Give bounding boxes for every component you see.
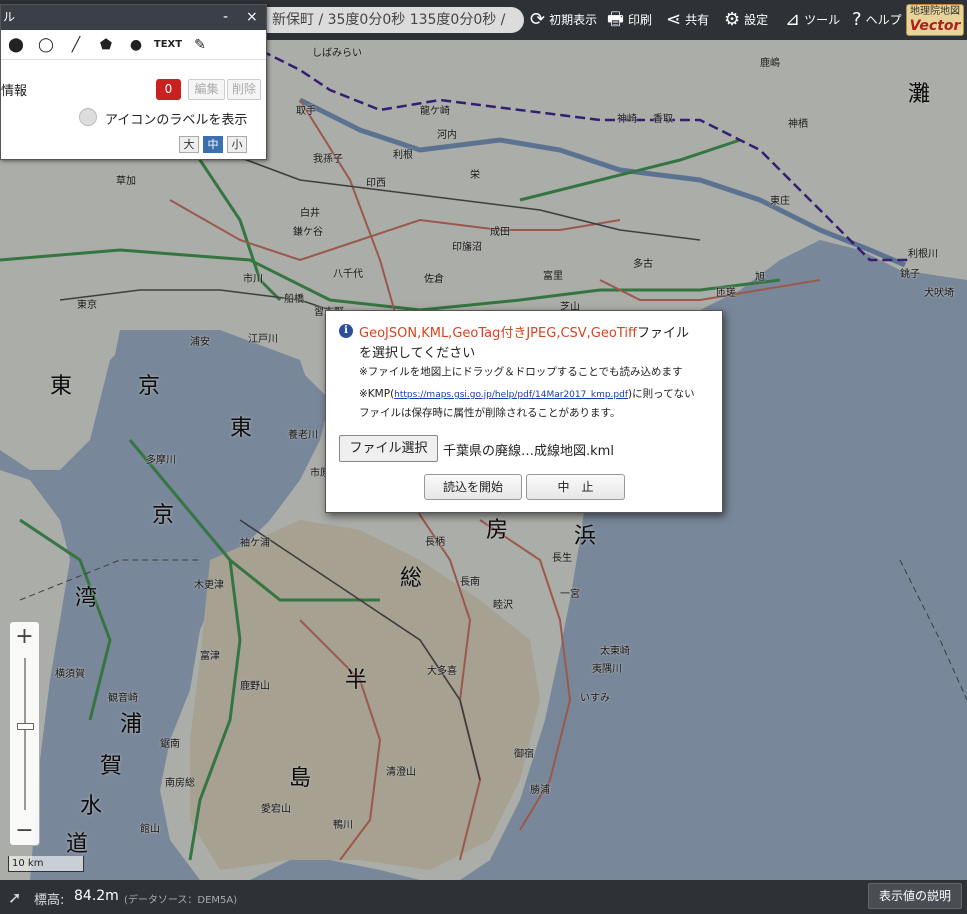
zoom-in-button[interactable]: + [10, 622, 39, 652]
initial-view-label: 初期表示 [549, 13, 598, 27]
explain-values-button[interactable]: 表示値の説明 [868, 883, 962, 909]
choose-file-button[interactable]: ファイル選択 [339, 435, 438, 462]
start-load-button[interactable]: 読込を開始 [424, 474, 522, 500]
location-display[interactable]: 新保町 / 35度0分0秒 135度0分0秒 / [262, 7, 524, 33]
draw-toolbar: ⬤ ◯ ╱ ⬟ ● TEXT ✎ [1, 30, 266, 60]
dialog-line2: を選択してください [359, 346, 476, 361]
dialog-line1-suffix: ファイル [636, 326, 689, 341]
logo-line1: 地理院地図 [910, 6, 960, 17]
zoom-out-button[interactable]: − [10, 816, 39, 846]
status-bar: ➚ 標高: 84.2m (データソース：DEM5A) 表示値の説明 [0, 880, 967, 914]
edit-button[interactable]: 編集 [188, 79, 225, 100]
gear-icon: ⚙ [724, 9, 741, 30]
vector-logo[interactable]: 地理院地図 Vector [906, 4, 964, 36]
note2-suffix: )に則ってない [628, 388, 695, 400]
kmp-link[interactable]: https://maps.gsi.go.jp/help/pdf/14Mar201… [394, 390, 628, 400]
elevation-value: 84.2m [74, 888, 119, 904]
filled-circle-tool-icon[interactable]: ● [121, 37, 151, 53]
size-small-button[interactable]: 小 [227, 136, 247, 153]
line-tool-icon[interactable]: ╱ [61, 37, 91, 53]
initial-view-button[interactable]: ⟳ 初期表示 [530, 0, 597, 40]
print-button[interactable]: 🖶 印刷 [607, 0, 652, 40]
label-toggle-text: アイコンのラベルを表示 [105, 113, 248, 128]
tools-button[interactable]: ⊿ ツール [785, 0, 840, 40]
circle-tool-icon[interactable]: ◯ [31, 37, 61, 53]
sakuzu-panel: ル - × ⬤ ◯ ╱ ⬟ ● TEXT ✎ 情報 0 編集 削除 アイコンのラ… [0, 4, 267, 160]
settings-button[interactable]: ⚙ 設定 [724, 0, 768, 40]
zoom-slider-track[interactable] [24, 658, 26, 810]
share-icon: ⋖ [666, 9, 682, 30]
scale-bar: 10 km [8, 856, 84, 872]
print-label: 印刷 [628, 13, 653, 27]
printer-icon: 🖶 [607, 9, 624, 30]
polygon-tool-icon[interactable]: ⬟ [91, 37, 121, 53]
dialog-line1: GeoJSON,KML,GeoTag付きJPEG,CSV,GeoTiffファイル [359, 322, 689, 341]
text-tool[interactable]: TEXT [151, 39, 185, 50]
note2-prefix: ※KMP( [359, 388, 395, 400]
elevation-source: (データソース：DEM5A) [124, 895, 238, 906]
elevation-label: 標高: [34, 893, 65, 908]
share-button[interactable]: ⋖ 共有 [666, 0, 709, 40]
help-icon: ? [852, 9, 862, 30]
tools-label: ツール [804, 13, 841, 27]
label-toggle[interactable] [79, 108, 97, 126]
count-badge: 0 [156, 79, 181, 100]
dialog-note1: ※ファイルを地図上にドラッグ＆ドロップすることでも読み込めます [359, 366, 683, 378]
logo-line2: Vector [909, 18, 961, 34]
panel-title: ル [3, 10, 16, 24]
info-label: 情報 [1, 84, 28, 99]
size-medium-button[interactable]: 中 [203, 136, 223, 153]
panel-header[interactable]: ル - × [1, 5, 266, 30]
help-label: ヘルプ [865, 13, 902, 27]
size-large-button[interactable]: 大 [179, 136, 199, 153]
share-label: 共有 [685, 13, 710, 27]
zoom-control: + − [9, 621, 40, 846]
zoom-slider-knob[interactable] [17, 723, 34, 730]
minimize-button[interactable]: - [223, 5, 228, 30]
help-button[interactable]: ? ヘルプ [852, 0, 902, 40]
settings-label: 設定 [744, 13, 769, 27]
dialog-note3: ファイルは保存時に属性が削除されることがあります。 [359, 407, 621, 419]
dialog-note2: ※KMP(https://maps.gsi.go.jp/help/pdf/14M… [359, 386, 695, 401]
cancel-button[interactable]: 中 止 [526, 474, 625, 500]
marker-tool-icon[interactable]: ⬤ [1, 37, 31, 53]
info-icon: i [339, 324, 353, 338]
arrow-icon[interactable]: ➚ [8, 888, 21, 907]
edit-tool-icon[interactable]: ✎ [185, 37, 215, 53]
delete-button[interactable]: 削除 [227, 79, 261, 100]
close-button[interactable]: × [246, 5, 258, 30]
selected-file-name: 千葉県の廃線…成線地図.kml [443, 444, 614, 459]
tool-icon: ⊿ [785, 9, 801, 30]
refresh-icon: ⟳ [530, 9, 546, 30]
dialog-formats: GeoJSON,KML,GeoTag付きJPEG,CSV,GeoTiff [359, 326, 637, 341]
file-load-dialog: i GeoJSON,KML,GeoTag付きJPEG,CSV,GeoTiffファ… [325, 310, 723, 513]
